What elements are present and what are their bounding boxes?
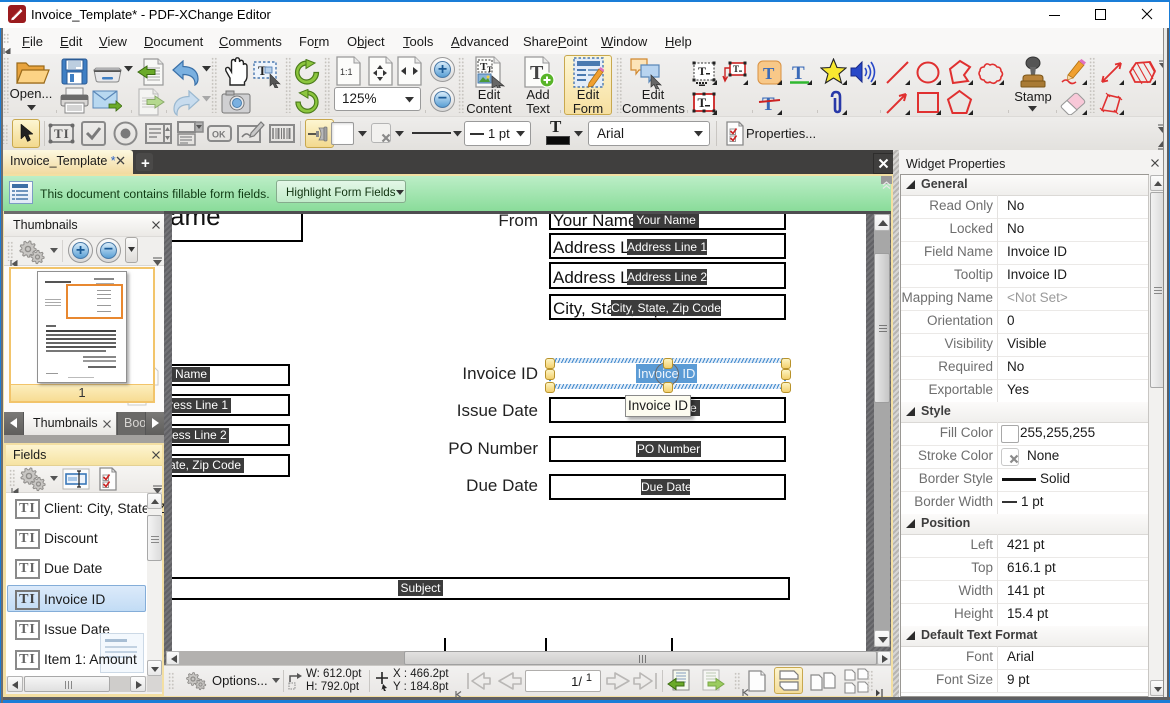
svg-text:OK: OK bbox=[212, 130, 226, 140]
svg-text:T: T bbox=[487, 65, 493, 74]
svg-text:T: T bbox=[763, 64, 775, 83]
svg-text:T: T bbox=[698, 64, 706, 78]
svg-text:1:1: 1:1 bbox=[340, 67, 353, 77]
svg-text:T: T bbox=[792, 63, 805, 84]
svg-text:T: T bbox=[762, 94, 775, 115]
svg-text:TI: TI bbox=[54, 126, 70, 141]
svg-text:T: T bbox=[698, 95, 707, 110]
svg-text:T: T bbox=[733, 64, 739, 74]
